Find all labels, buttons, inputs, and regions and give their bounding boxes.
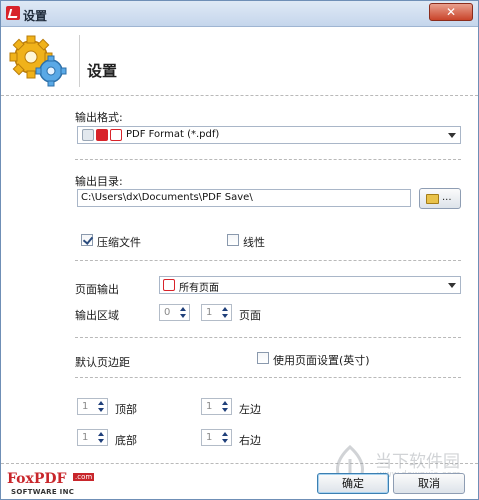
stepper-down-icon[interactable] [98, 439, 104, 443]
range-from-value: 0 [164, 307, 171, 318]
margins-label: 默认页边距 [75, 356, 130, 369]
logo-sub-text: SOFTWARE INC [11, 488, 75, 496]
title-bar[interactable]: 设置 ✕ [1, 1, 478, 27]
margin-bottom-stepper[interactable]: 1 [77, 429, 108, 446]
page-output-value: 所有页面 [179, 283, 219, 294]
linear-checkbox[interactable] [227, 234, 239, 246]
output-dir-label: 输出目录: [75, 175, 123, 188]
stepper-down-icon[interactable] [180, 314, 186, 318]
range-to-stepper[interactable]: 1 [201, 304, 232, 321]
compress-label: 压缩文件 [97, 236, 141, 249]
section-divider [75, 337, 461, 338]
cancel-button[interactable]: 取消 [393, 473, 465, 494]
window-title: 设置 [23, 9, 48, 23]
margin-bottom-label: 底部 [115, 434, 137, 447]
margin-right-value: 1 [206, 432, 213, 443]
stepper-up-icon[interactable] [98, 432, 104, 436]
margin-left-label: 左边 [239, 403, 261, 416]
section-divider [75, 159, 461, 160]
margin-top-value: 1 [82, 401, 89, 412]
gears-icon [9, 35, 67, 87]
output-format-label: 输出格式: [75, 111, 123, 124]
compress-checkbox[interactable] [81, 234, 93, 246]
output-format-select[interactable]: PDF Format (*.pdf) [77, 126, 461, 144]
document-icon [82, 129, 94, 141]
pdf-icon [110, 129, 122, 141]
range-from-stepper[interactable]: 0 [159, 304, 190, 321]
margin-right-label: 右边 [239, 434, 261, 447]
use-page-setup-checkbox[interactable] [257, 352, 269, 364]
range-to-value: 1 [206, 307, 213, 318]
watermark-text: 当下软件园 [375, 452, 460, 472]
output-range-label: 输出区域 [75, 309, 119, 322]
stepper-up-icon[interactable] [180, 307, 186, 311]
stepper-up-icon[interactable] [222, 432, 228, 436]
use-page-setup-label: 使用页面设置(英寸) [273, 354, 370, 367]
range-unit-label: 页面 [239, 309, 261, 322]
page-output-label: 页面输出 [75, 283, 119, 296]
logo-com-badge: .com [73, 473, 95, 481]
pdf-icon [163, 279, 175, 291]
settings-dialog: 设置 ✕ 设置 输出格式: PDF Format (*.pdf) 输出目录: C… [0, 0, 479, 500]
header-separator [79, 35, 80, 87]
folder-icon [426, 194, 439, 204]
output-format-value: PDF Format (*.pdf) [126, 129, 220, 140]
stepper-down-icon[interactable] [222, 408, 228, 412]
section-divider [75, 377, 461, 378]
ok-button[interactable]: 确定 [317, 473, 389, 494]
stepper-up-icon[interactable] [98, 401, 104, 405]
stepper-down-icon[interactable] [98, 408, 104, 412]
close-icon: ✕ [445, 5, 457, 19]
page-title: 设置 [87, 62, 118, 80]
browse-label: ... [442, 192, 452, 203]
page-output-select[interactable]: 所有页面 [159, 276, 461, 294]
linear-label: 线性 [243, 236, 265, 249]
foxpdf-app-icon [6, 6, 20, 20]
margin-right-stepper[interactable]: 1 [201, 429, 232, 446]
margin-top-label: 顶部 [115, 403, 137, 416]
header-divider [1, 95, 478, 96]
foxpdf-logo: FoxPDF .com SOFTWARE INC [7, 471, 95, 499]
margin-left-stepper[interactable]: 1 [201, 398, 232, 415]
dialog-header: 设置 [1, 27, 478, 95]
chevron-down-icon [448, 133, 456, 138]
margin-top-stepper[interactable]: 1 [77, 398, 108, 415]
arrow-right-icon [96, 129, 108, 141]
logo-main-text: FoxPDF [7, 471, 67, 487]
stepper-up-icon[interactable] [222, 401, 228, 405]
stepper-up-icon[interactable] [222, 307, 228, 311]
stepper-down-icon[interactable] [222, 439, 228, 443]
margin-bottom-value: 1 [82, 432, 89, 443]
stepper-down-icon[interactable] [222, 314, 228, 318]
close-button[interactable]: ✕ [429, 3, 473, 21]
chevron-down-icon [448, 283, 456, 288]
output-dir-input[interactable]: C:\Users\dx\Documents\PDF Save\ [77, 189, 411, 207]
section-divider [75, 260, 461, 261]
browse-button[interactable]: ... [419, 188, 461, 209]
margin-left-value: 1 [206, 401, 213, 412]
